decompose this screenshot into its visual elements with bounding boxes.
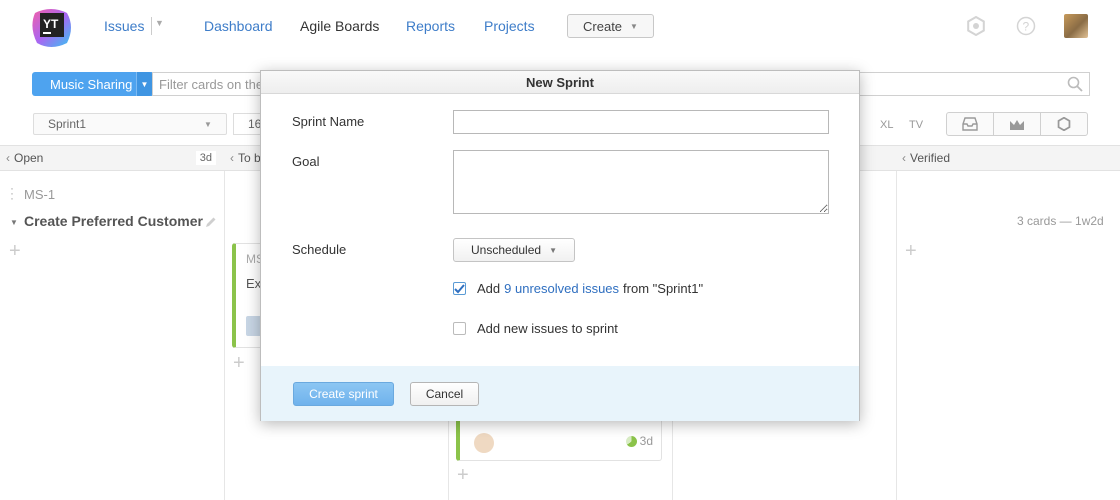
- add-new-issues-checkbox[interactable]: [453, 322, 466, 335]
- nav-reports[interactable]: Reports: [406, 18, 455, 34]
- add-unresolved-option[interactable]: Add 9 unresolved issues from "Sprint1": [453, 281, 703, 296]
- board-tools: [946, 112, 1088, 136]
- add-unresolved-checkbox[interactable]: [453, 282, 466, 295]
- cancel-button[interactable]: Cancel: [410, 382, 479, 406]
- schedule-dropdown[interactable]: Unscheduled ▼: [453, 238, 575, 262]
- chevron-down-icon: ▼: [630, 21, 638, 31]
- search-icon[interactable]: [1067, 76, 1083, 92]
- collapse-arrow-icon[interactable]: ▼: [10, 218, 18, 227]
- issues-dropdown-icon[interactable]: ▼: [155, 18, 164, 28]
- board-dropdown-icon[interactable]: ▼: [136, 72, 152, 96]
- user-avatar[interactable]: [1064, 14, 1088, 38]
- assignee-avatar[interactable]: [474, 433, 494, 453]
- inbox-icon[interactable]: [947, 113, 994, 135]
- burndown-icon[interactable]: [994, 113, 1041, 135]
- goal-textarea[interactable]: [453, 150, 829, 214]
- add-card-icon[interactable]: +: [905, 240, 917, 263]
- swimlane-summary: 3 cards — 1w2d: [1017, 214, 1104, 228]
- column-header-open[interactable]: ‹ Open 3d: [0, 145, 224, 171]
- chevron-left-icon[interactable]: ‹: [6, 151, 10, 165]
- create-button[interactable]: Create ▼: [567, 14, 654, 38]
- drag-handle-icon[interactable]: · · ·: [10, 182, 14, 204]
- swimlane-id[interactable]: MS-1: [24, 187, 55, 202]
- youtrack-logo[interactable]: YT: [31, 7, 73, 49]
- dialog-title: New Sprint: [261, 71, 859, 94]
- edit-pencil-icon[interactable]: [205, 216, 217, 228]
- nav-dashboard[interactable]: Dashboard: [204, 18, 273, 34]
- card-title: Ex: [246, 276, 262, 291]
- sprint-select[interactable]: Sprint1: [33, 113, 227, 135]
- card-estimate: 3d: [625, 434, 653, 448]
- chevron-down-icon: ▼: [204, 120, 212, 129]
- svg-text:?: ?: [1023, 20, 1030, 34]
- add-card-icon[interactable]: +: [233, 352, 245, 375]
- dialog-footer: Create sprint Cancel: [261, 366, 859, 421]
- column-wip-badge: 3d: [195, 151, 216, 165]
- add-new-issues-option[interactable]: Add new issues to sprint: [453, 321, 618, 336]
- settings-icon[interactable]: [966, 16, 986, 36]
- progress-pie-icon: [625, 435, 637, 447]
- add-card-icon[interactable]: +: [457, 464, 469, 487]
- chevron-left-icon[interactable]: ‹: [230, 151, 234, 165]
- new-sprint-dialog: New Sprint Sprint Name Goal Schedule Uns…: [260, 70, 860, 421]
- create-sprint-button[interactable]: Create sprint: [293, 382, 394, 406]
- settings-icon[interactable]: [1041, 113, 1087, 135]
- nav-issues[interactable]: Issues: [104, 18, 144, 34]
- goal-label: Goal: [292, 154, 320, 169]
- board-selector-button[interactable]: Music Sharing: [32, 72, 152, 96]
- sprint-name-input[interactable]: [453, 110, 829, 134]
- size-tv[interactable]: TV: [909, 119, 923, 131]
- size-xl[interactable]: XL: [880, 119, 893, 131]
- column-divider: [896, 171, 897, 500]
- add-card-icon[interactable]: +: [9, 240, 21, 263]
- nav-agile-boards[interactable]: Agile Boards: [300, 18, 379, 34]
- help-icon[interactable]: ?: [1016, 16, 1036, 36]
- sprint-name-label: Sprint Name: [292, 114, 365, 129]
- unresolved-issues-link[interactable]: 9 unresolved issues: [504, 281, 619, 296]
- schedule-label: Schedule: [292, 242, 347, 257]
- chevron-down-icon: ▼: [549, 245, 557, 255]
- checkmark-icon: [454, 283, 465, 293]
- chevron-left-icon[interactable]: ‹: [902, 151, 906, 165]
- swimlane-title[interactable]: Create Preferred Customer: [24, 213, 203, 229]
- nav-divider: [151, 17, 152, 35]
- column-divider: [224, 171, 225, 500]
- nav-projects[interactable]: Projects: [484, 18, 535, 34]
- column-header-verified[interactable]: ‹ Verified: [896, 145, 1120, 171]
- svg-text:YT: YT: [43, 17, 59, 31]
